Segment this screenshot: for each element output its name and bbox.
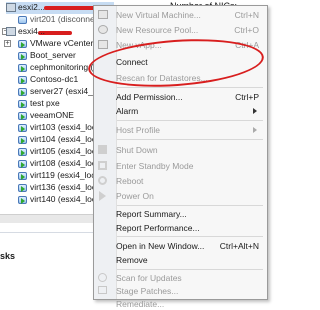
vm-icon [18,160,27,168]
vm-icon [18,184,27,192]
vm-icon [18,148,27,156]
vm-icon [18,64,27,72]
menu-item-stage-patches[interactable]: Stage Patches... [115,285,265,297]
expand-toggle[interactable]: + [4,40,11,47]
menu-item-add-permission[interactable]: Add Permission... Ctrl+P [115,91,265,103]
reboot-icon [98,176,107,185]
vm-icon [18,124,27,132]
menu-separator [117,236,263,237]
menu-separator [117,205,263,206]
menu-item-remove[interactable]: Remove [115,254,265,266]
menu-item-report-performance[interactable]: Report Performance... [115,222,265,234]
menu-item-alarm[interactable]: Alarm [115,105,265,117]
vm-icon [18,88,27,96]
vm-icon [18,100,27,108]
menu-separator [117,139,263,140]
panel-title: sks [0,251,16,261]
menu-separator [117,120,263,121]
menu-separator [117,87,263,88]
vm-icon [18,52,27,60]
power-on-icon [99,191,106,201]
menu-item-host-profile[interactable]: Host Profile [115,124,265,136]
menu-item-report-summary[interactable]: Report Summary... [115,208,265,220]
host-icon [6,27,16,36]
new-vm-icon [98,10,108,19]
vm-icon [18,196,27,204]
menu-item-shut-down[interactable]: Shut Down [115,144,265,156]
vapp-icon [98,40,108,49]
vm-icon [18,112,27,120]
stage-patches-icon [98,286,107,294]
vm-icon [18,40,27,48]
menu-item-power-on[interactable]: Power On [115,190,265,202]
recent-tasks-panel: sks [0,232,100,301]
scan-updates-icon [98,273,107,282]
vm-icon [18,136,27,144]
menu-item-scan-updates[interactable]: Scan for Updates [115,272,265,284]
resource-pool-icon [98,25,108,34]
menu-item-reboot[interactable]: Reboot [115,175,265,187]
host-icon [6,3,16,12]
vm-icon [18,16,27,24]
menu-item-new-vm[interactable]: New Virtual Machine... Ctrl+N [115,9,265,21]
menu-item-enter-standby[interactable]: Enter Standby Mode [115,160,265,172]
vm-icon [18,76,27,84]
vm-icon [18,172,27,180]
shut-down-icon [98,145,107,154]
menu-item-new-resource-pool[interactable]: New Resource Pool... Ctrl+O [115,24,265,36]
submenu-arrow-icon [253,127,257,133]
standby-icon [98,161,107,170]
submenu-arrow-icon [253,108,257,114]
menu-item-open-new-window[interactable]: Open in New Window... Ctrl+Alt+N [115,240,265,252]
menu-separator [117,269,263,270]
